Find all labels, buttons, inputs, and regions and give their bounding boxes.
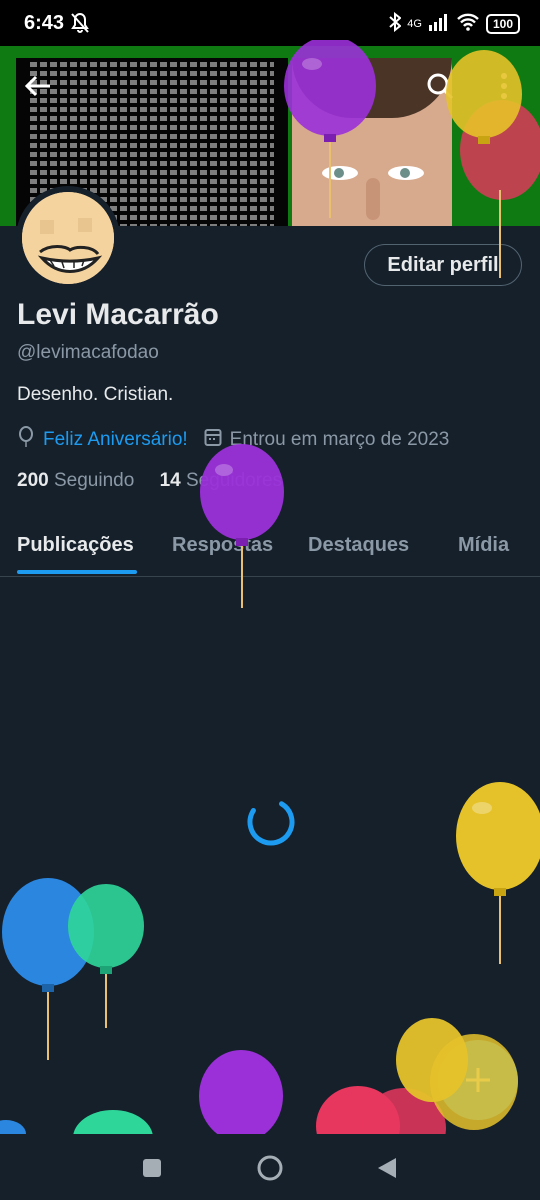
home-circle-icon[interactable] <box>256 1154 284 1182</box>
loading-spinner-icon <box>247 798 295 846</box>
balloon-decoration <box>456 782 540 964</box>
profile-bio: Desenho. Cristian. <box>17 384 174 405</box>
following-count: 200 <box>17 470 49 491</box>
birthday-link[interactable]: Feliz Aniversário! <box>43 429 188 451</box>
tab-midia[interactable]: Mídia <box>458 534 509 557</box>
back-arrow-icon <box>24 75 50 97</box>
profile-handle: @levimacafodao <box>17 342 159 363</box>
avatar-drawing <box>22 192 114 284</box>
balloon-decoration <box>200 444 284 608</box>
back-triangle-icon[interactable] <box>376 1156 398 1180</box>
status-time: 6:43 <box>24 12 65 34</box>
active-tab-indicator <box>17 570 137 574</box>
system-nav-bar <box>0 1134 540 1200</box>
back-button[interactable] <box>18 66 58 106</box>
balloon-icon <box>17 426 35 454</box>
recents-square-icon[interactable] <box>142 1158 162 1178</box>
balloon-decoration <box>284 40 376 218</box>
signal-icon <box>428 13 450 34</box>
status-bar: 6:43 4G 100 <box>0 0 540 46</box>
wifi-icon <box>456 13 480 34</box>
tab-publicacoes[interactable]: Publicações <box>17 534 134 557</box>
followers-count: 14 <box>159 470 181 491</box>
following-link[interactable]: 200 Seguindo <box>17 470 134 491</box>
network-type: 4G <box>407 17 422 30</box>
battery-icon: 100 <box>485 13 520 34</box>
bell-off-icon <box>70 12 90 39</box>
balloon-decoration <box>0 1018 518 1134</box>
profile-name: Levi Macarrão <box>17 298 219 331</box>
balloon-decoration <box>446 50 540 278</box>
following-label: Seguindo <box>53 470 135 491</box>
tab-destaques[interactable]: Destaques <box>308 534 409 557</box>
avatar[interactable] <box>16 186 120 290</box>
bluetooth-icon <box>389 11 402 35</box>
